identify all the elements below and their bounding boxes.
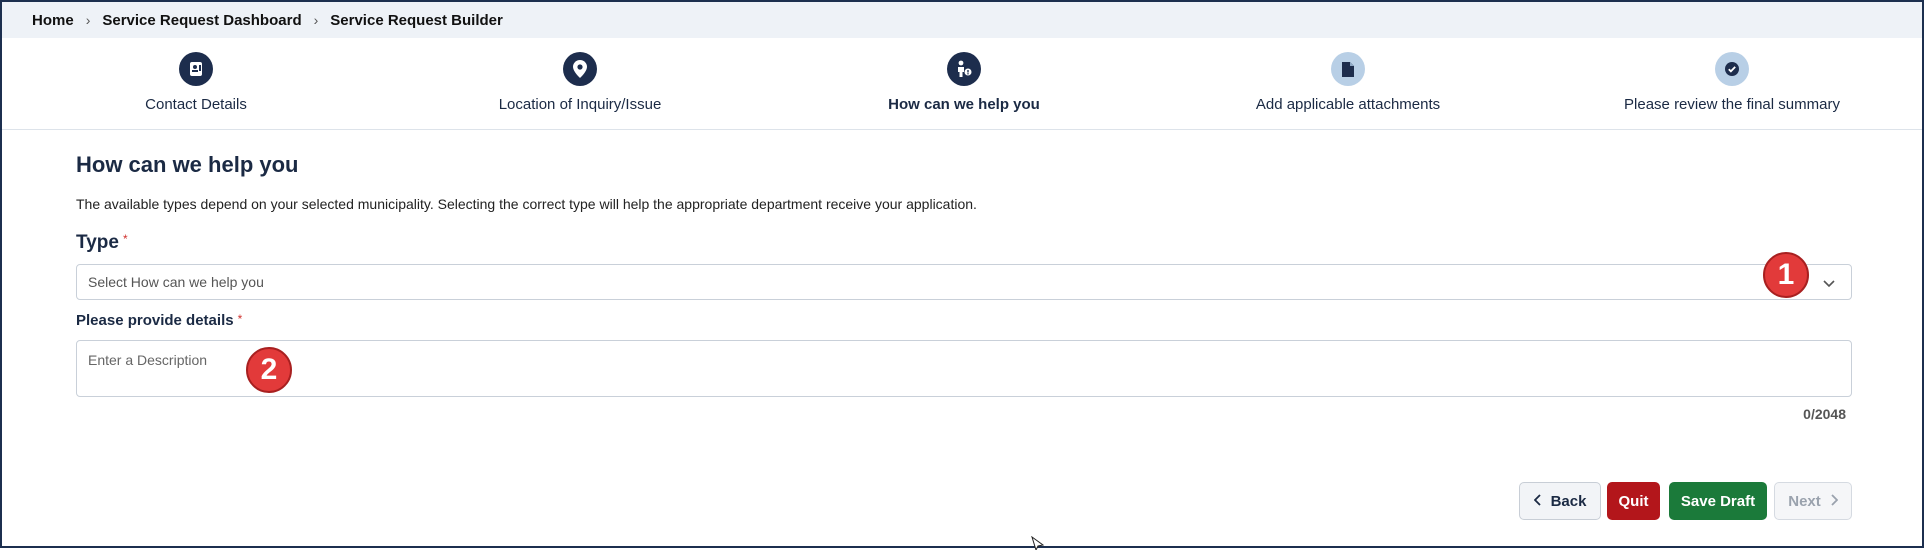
character-counter: 0/2048 xyxy=(1803,406,1846,422)
step-label: Please review the final summary xyxy=(1624,96,1840,113)
details-label: Please provide details * xyxy=(76,312,242,329)
required-asterisk: * xyxy=(237,312,243,326)
type-label-text: Type xyxy=(76,232,119,253)
back-button[interactable]: Back xyxy=(1519,482,1601,520)
step-attachments[interactable]: Add applicable attachments xyxy=(1158,52,1538,113)
step-location[interactable]: Location of Inquiry/Issue xyxy=(390,52,770,113)
breadcrumb-current: Service Request Builder xyxy=(330,11,503,29)
next-label: Next xyxy=(1788,492,1821,510)
required-asterisk: * xyxy=(122,232,128,246)
chevron-down-icon[interactable] xyxy=(1821,275,1837,294)
progress-stepper: Contact Details Location of Inquiry/Issu… xyxy=(2,38,1922,130)
person-help-icon xyxy=(947,52,981,86)
type-select[interactable]: Select How can we help you xyxy=(76,264,1852,300)
chevron-left-icon xyxy=(1533,493,1542,510)
annotation-marker-1: 1 xyxy=(1763,252,1809,298)
step-label: Contact Details xyxy=(145,96,247,113)
details-label-text: Please provide details xyxy=(76,312,234,329)
back-label: Back xyxy=(1550,492,1587,510)
step-label: Location of Inquiry/Issue xyxy=(498,96,662,113)
type-select-placeholder: Select How can we help you xyxy=(88,274,264,290)
chevron-right-icon xyxy=(1830,493,1839,510)
contact-card-icon xyxy=(179,52,213,86)
breadcrumb-dashboard[interactable]: Service Request Dashboard xyxy=(102,12,301,29)
save-draft-button[interactable]: Save Draft xyxy=(1669,482,1767,520)
page-title: How can we help you xyxy=(76,152,299,177)
step-review-summary[interactable]: Please review the final summary xyxy=(1542,52,1922,113)
description-textarea[interactable]: Enter a Description xyxy=(76,340,1852,397)
type-label: Type * xyxy=(76,232,128,254)
breadcrumb: Home › Service Request Dashboard › Servi… xyxy=(2,2,1922,38)
step-how-can-we-help[interactable]: How can we help you xyxy=(774,52,1154,113)
mouse-cursor-icon xyxy=(1031,535,1045,555)
chevron-right-icon: › xyxy=(85,12,91,28)
document-icon xyxy=(1331,52,1365,86)
map-pin-icon xyxy=(563,52,597,86)
step-label: Add applicable attachments xyxy=(1255,96,1441,113)
form-description: The available types depend on your selec… xyxy=(76,196,977,212)
step-label: How can we help you xyxy=(888,96,1040,113)
step-contact-details[interactable]: Contact Details xyxy=(6,52,386,113)
description-placeholder: Enter a Description xyxy=(88,352,208,368)
breadcrumb-home[interactable]: Home xyxy=(32,12,74,29)
quit-button[interactable]: Quit xyxy=(1607,482,1660,520)
chevron-right-icon: › xyxy=(313,12,319,28)
check-circle-icon xyxy=(1715,52,1749,86)
next-button[interactable]: Next xyxy=(1774,482,1852,520)
annotation-marker-2: 2 xyxy=(246,347,292,393)
